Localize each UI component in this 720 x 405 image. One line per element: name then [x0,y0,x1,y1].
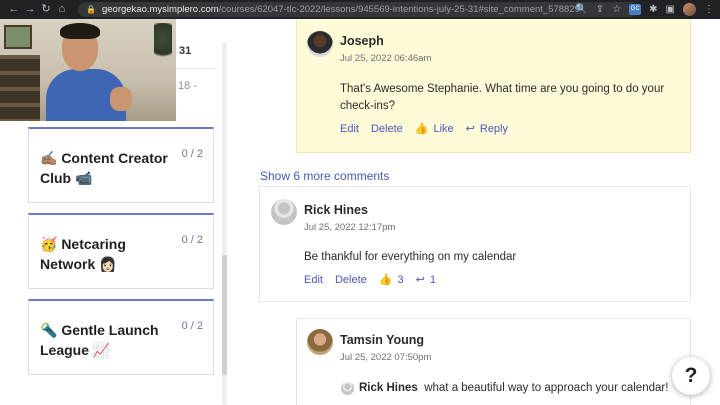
zoom-icon[interactable]: 🔍 [575,0,587,19]
partial-card-range: 18 - [178,80,197,92]
comment-author[interactable]: Tamsin Young [340,333,424,347]
divider [176,68,214,69]
plant [154,23,172,63]
show-more-comments-link[interactable]: Show 6 more comments [260,169,389,183]
thumbs-up-icon[interactable]: 👍 [379,273,393,286]
comment-text: what a beautiful way to approach your ca… [424,382,669,394]
mention-avatar [341,382,354,395]
comment-actions: Edit Delete 👍 3 ↩ 1 [304,273,436,287]
course-card-content-creator-club[interactable]: ✍🏽 Content Creator Club 📹 0 / 2 [28,127,214,203]
profile-avatar[interactable] [683,3,696,16]
comment-rick: Rick Hines Jul 25, 2022 12:17pm Be thank… [259,186,691,302]
delete-link[interactable]: Delete [335,274,367,286]
back-icon[interactable]: ← [6,0,22,19]
comment-author[interactable]: Joseph [340,34,384,48]
course-progress: 0 / 2 [181,320,203,332]
reply-count[interactable]: 1 [430,274,436,286]
reply-arrow-icon[interactable]: ↩ [416,273,425,286]
comment-timestamp: Jul 25, 2022 07:50pm [340,352,432,363]
partial-course-card[interactable]: 31 18 - [176,40,214,120]
comment-body: That's Awesome Stephanie. What time are … [340,83,665,112]
comment-body: Be thankful for everything on my calenda… [304,251,517,263]
comment-actions: Edit Delete 👍 Like ↩ Reply [340,122,508,136]
home-icon[interactable]: ⌂ [54,0,70,19]
course-title: 🥳 Netcaring Network 👩🏻 [40,236,126,272]
course-progress: 0 / 2 [181,148,203,160]
help-button[interactable]: ? [672,357,710,395]
reply-button[interactable]: Reply [480,123,508,135]
comment-joseph: Joseph Jul 25, 2022 06:46am That's Aweso… [296,19,691,153]
presenter-hair [60,23,100,39]
extensions-puzzle-icon[interactable]: ✱ [649,0,657,19]
wall-art [4,25,32,49]
course-card-gentle-launch-league[interactable]: 🔦 Gentle Launch League 📈 0 / 2 [28,299,214,375]
menu-kebab-icon[interactable]: ⋮ [704,0,714,19]
course-progress: 0 / 2 [181,234,203,246]
mention-name[interactable]: Rick Hines [359,382,418,394]
comment-timestamp: Jul 25, 2022 06:46am [340,53,432,64]
url-host: georgekao.mysimplero.com [101,4,219,15]
lock-icon: 🔒 [86,5,96,14]
page: ← → ↻ ⌂ 🔒 georgekao.mysimplero.com/cours… [0,0,720,405]
address-bar[interactable]: 🔒 georgekao.mysimplero.com/courses/62047… [78,2,638,17]
thumbs-up-icon[interactable]: 👍 [415,122,429,135]
course-card-netcaring-network[interactable]: 🥳 Netcaring Network 👩🏻 0 / 2 [28,213,214,289]
presenter-hand [110,87,132,111]
sidebar-panel-icon[interactable]: ▣ [666,0,675,19]
comment-timestamp: Jul 25, 2022 12:17pm [304,222,396,233]
share-icon[interactable]: ⇪ [596,0,604,19]
reload-icon[interactable]: ↻ [38,0,54,19]
avatar[interactable] [307,329,333,355]
course-title: 🔦 Gentle Launch League 📈 [40,322,159,358]
edit-link[interactable]: Edit [340,123,359,135]
url-path: /courses/62047-tlc-2022/lessons/945569-i… [218,4,580,15]
forward-icon[interactable]: → [22,0,38,19]
extension-badge[interactable]: GC [629,4,642,15]
bookshelf [0,55,40,121]
edit-link[interactable]: Edit [304,274,323,286]
sidebar-scrollbar-thumb[interactable] [222,255,227,375]
browser-actions: 🔍 ⇪ ☆ GC ✱ ▣ ⋮ [575,0,714,19]
webcam-video-overlay [0,19,176,121]
avatar[interactable] [307,31,333,57]
course-title: ✍🏽 Content Creator Club 📹 [40,150,168,186]
partial-card-date: 31 [179,45,192,57]
like-count[interactable]: 3 [397,274,403,286]
browser-toolbar: ← → ↻ ⌂ 🔒 georgekao.mysimplero.com/cours… [0,0,720,19]
comment-body: Rick Hines what a beautiful way to appro… [359,380,689,397]
reply-arrow-icon[interactable]: ↩ [466,122,475,135]
like-button[interactable]: Like [433,123,453,135]
delete-link[interactable]: Delete [371,123,403,135]
comment-reply-tamsin: Tamsin Young Jul 25, 2022 07:50pm Rick H… [296,318,691,405]
bookmark-star-icon[interactable]: ☆ [612,0,621,19]
avatar[interactable] [271,199,297,225]
comment-author[interactable]: Rick Hines [304,203,368,217]
